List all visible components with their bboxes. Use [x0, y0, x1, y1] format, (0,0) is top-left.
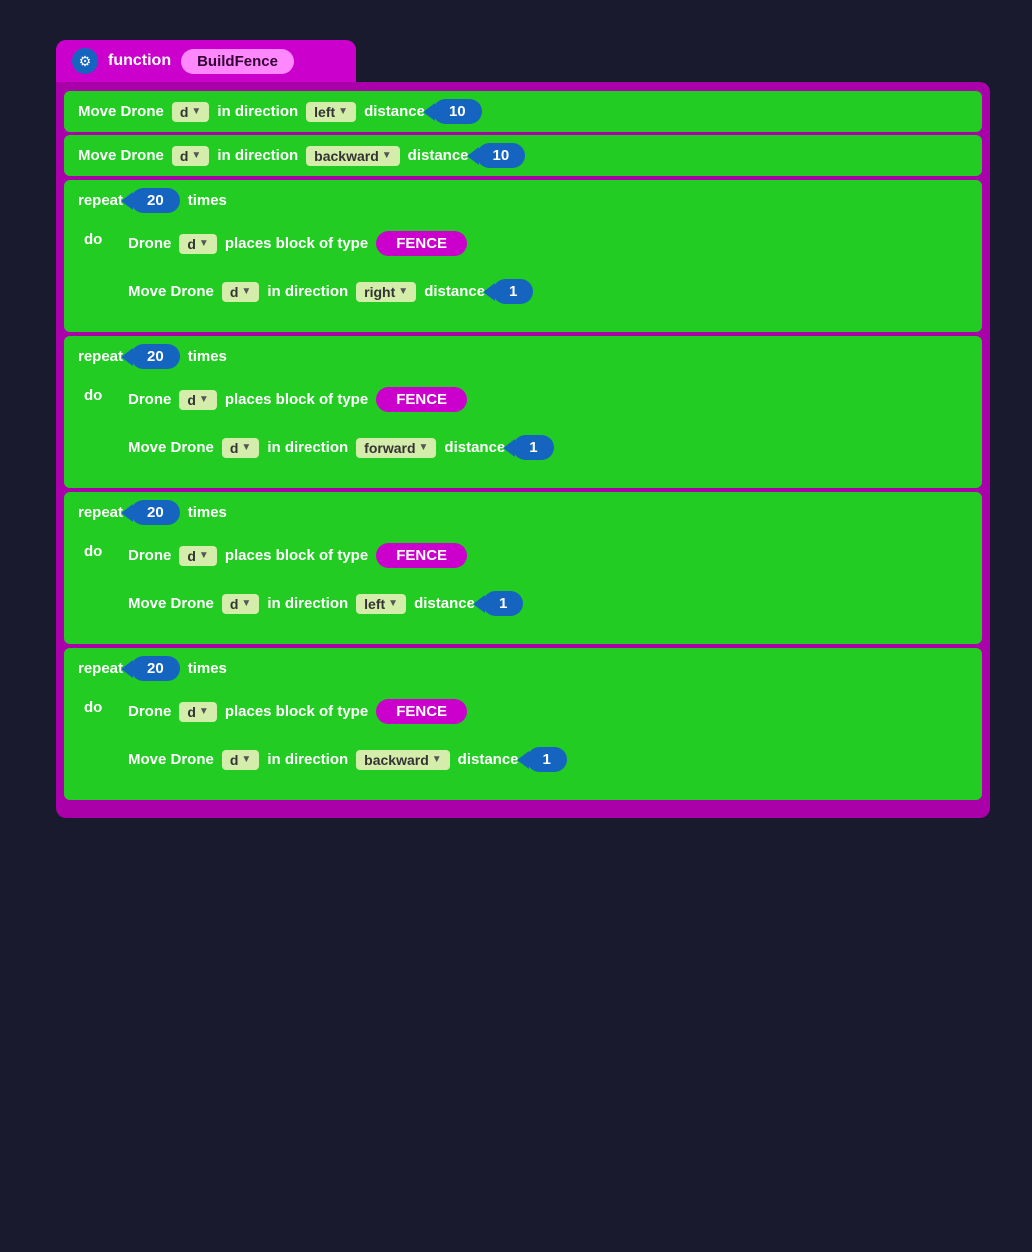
repeat-label-3: repeat	[78, 504, 123, 521]
drone-dd-f3[interactable]: d ▼	[179, 546, 216, 566]
loop-group-1: repeat 20 times do Drone d ▼ places bloc…	[64, 180, 982, 332]
drone-dropdown-1[interactable]: d ▼	[172, 102, 209, 122]
loop-group-2: repeat 20 times do Drone d ▼ places bloc…	[64, 336, 982, 488]
loop-1-header: repeat 20 times	[64, 180, 982, 221]
move-label-i3: Move Drone	[128, 595, 214, 612]
drone-label-f2: Drone	[128, 391, 171, 408]
drone-dd-f1[interactable]: d ▼	[179, 234, 216, 254]
direction-dropdown-1[interactable]: left ▼	[306, 102, 356, 122]
times-label-3: times	[188, 504, 227, 521]
repeat-label-4: repeat	[78, 660, 123, 677]
dir-dd-i3[interactable]: left ▼	[356, 594, 406, 614]
loop-count-3[interactable]: 20	[131, 500, 180, 525]
loop-2-header: repeat 20 times	[64, 336, 982, 377]
drone-dd-f2[interactable]: d ▼	[179, 390, 216, 410]
drone-dd-m1[interactable]: d ▼	[222, 282, 259, 302]
places-block-label-4: places block of type	[225, 703, 368, 720]
dir-dd-i1[interactable]: right ▼	[356, 282, 416, 302]
drone-dd-f4[interactable]: d ▼	[179, 702, 216, 722]
gear-icon: ⚙	[72, 48, 98, 74]
fence-badge-2[interactable]: FENCE	[376, 387, 467, 412]
distance-value-2[interactable]: 10	[477, 143, 526, 168]
dist-val-i1[interactable]: 1	[493, 279, 533, 304]
times-label-4: times	[188, 660, 227, 677]
loop-4-header: repeat 20 times	[64, 648, 982, 689]
drone-dd-m3[interactable]: d ▼	[222, 594, 259, 614]
function-name[interactable]: BuildFence	[181, 49, 294, 74]
times-label-2: times	[188, 348, 227, 365]
fence-block-3: Drone d ▼ places block of type FENCE	[114, 535, 974, 576]
fence-badge-1[interactable]: FENCE	[376, 231, 467, 256]
distance-value-1[interactable]: 10	[433, 99, 482, 124]
fence-badge-4[interactable]: FENCE	[376, 699, 467, 724]
function-keyword: function	[108, 52, 171, 70]
move-block-2: Move Drone d ▼ in direction backward ▼ d…	[64, 135, 982, 176]
dist-label-i1: distance	[424, 283, 485, 300]
direction-dropdown-2[interactable]: backward ▼	[306, 146, 400, 166]
in-dir-i1: in direction	[267, 283, 348, 300]
move-inner-1: Move Drone d ▼ in direction right ▼ dist…	[114, 271, 974, 312]
outer-container: Move Drone d ▼ in direction left ▼ dista…	[56, 82, 990, 818]
places-block-label-3: places block of type	[225, 547, 368, 564]
times-label-1: times	[188, 192, 227, 209]
drone-dropdown-2[interactable]: d ▼	[172, 146, 209, 166]
drone-label-f1: Drone	[128, 235, 171, 252]
places-block-label-2: places block of type	[225, 391, 368, 408]
move-inner-3: Move Drone d ▼ in direction left ▼ dista…	[114, 583, 974, 624]
move-block-1: Move Drone d ▼ in direction left ▼ dista…	[64, 91, 982, 132]
drone-label-f3: Drone	[128, 547, 171, 564]
fence-block-4: Drone d ▼ places block of type FENCE	[114, 691, 974, 732]
repeat-label-1: repeat	[78, 192, 123, 209]
loop-group-4: repeat 20 times do Drone d ▼ places bloc…	[64, 648, 982, 800]
dist-val-i4[interactable]: 1	[527, 747, 567, 772]
dir-dd-i2[interactable]: forward ▼	[356, 438, 436, 458]
drone-dd-m4[interactable]: d ▼	[222, 750, 259, 770]
dist-label-i3: distance	[414, 595, 475, 612]
dist-val-i3[interactable]: 1	[483, 591, 523, 616]
move-label-i2: Move Drone	[128, 439, 214, 456]
move-drone-label-2: Move Drone	[78, 147, 164, 164]
move-inner-4: Move Drone d ▼ in direction backward ▼ d…	[114, 739, 974, 780]
loop-count-2[interactable]: 20	[131, 344, 180, 369]
fence-block-2: Drone d ▼ places block of type FENCE	[114, 379, 974, 420]
dist-val-i2[interactable]: 1	[513, 435, 553, 460]
places-block-label-1: places block of type	[225, 235, 368, 252]
in-dir-i2: in direction	[267, 439, 348, 456]
move-label-i1: Move Drone	[128, 283, 214, 300]
loop-3-header: repeat 20 times	[64, 492, 982, 533]
do-label-3: do	[64, 533, 114, 634]
do-label-2: do	[64, 377, 114, 478]
loop-group-3: repeat 20 times do Drone d ▼ places bloc…	[64, 492, 982, 644]
workspace: ⚙ function BuildFence Move Drone d ▼ in …	[36, 20, 996, 838]
drone-label-f4: Drone	[128, 703, 171, 720]
move-inner-2: Move Drone d ▼ in direction forward ▼ di…	[114, 427, 974, 468]
do-label-1: do	[64, 221, 114, 322]
do-label-4: do	[64, 689, 114, 790]
dist-label-i2: distance	[444, 439, 505, 456]
in-dir-i4: in direction	[267, 751, 348, 768]
in-direction-label-2: in direction	[217, 147, 298, 164]
repeat-label-2: repeat	[78, 348, 123, 365]
in-direction-label-1: in direction	[217, 103, 298, 120]
distance-label-1: distance	[364, 103, 425, 120]
dir-dd-i4[interactable]: backward ▼	[356, 750, 450, 770]
dist-label-i4: distance	[458, 751, 519, 768]
drone-dd-m2[interactable]: d ▼	[222, 438, 259, 458]
fence-block-1: Drone d ▼ places block of type FENCE	[114, 223, 974, 264]
distance-label-2: distance	[408, 147, 469, 164]
move-label-i4: Move Drone	[128, 751, 214, 768]
loop-count-4[interactable]: 20	[131, 656, 180, 681]
fence-badge-3[interactable]: FENCE	[376, 543, 467, 568]
in-dir-i3: in direction	[267, 595, 348, 612]
loop-count-1[interactable]: 20	[131, 188, 180, 213]
move-drone-label-1: Move Drone	[78, 103, 164, 120]
